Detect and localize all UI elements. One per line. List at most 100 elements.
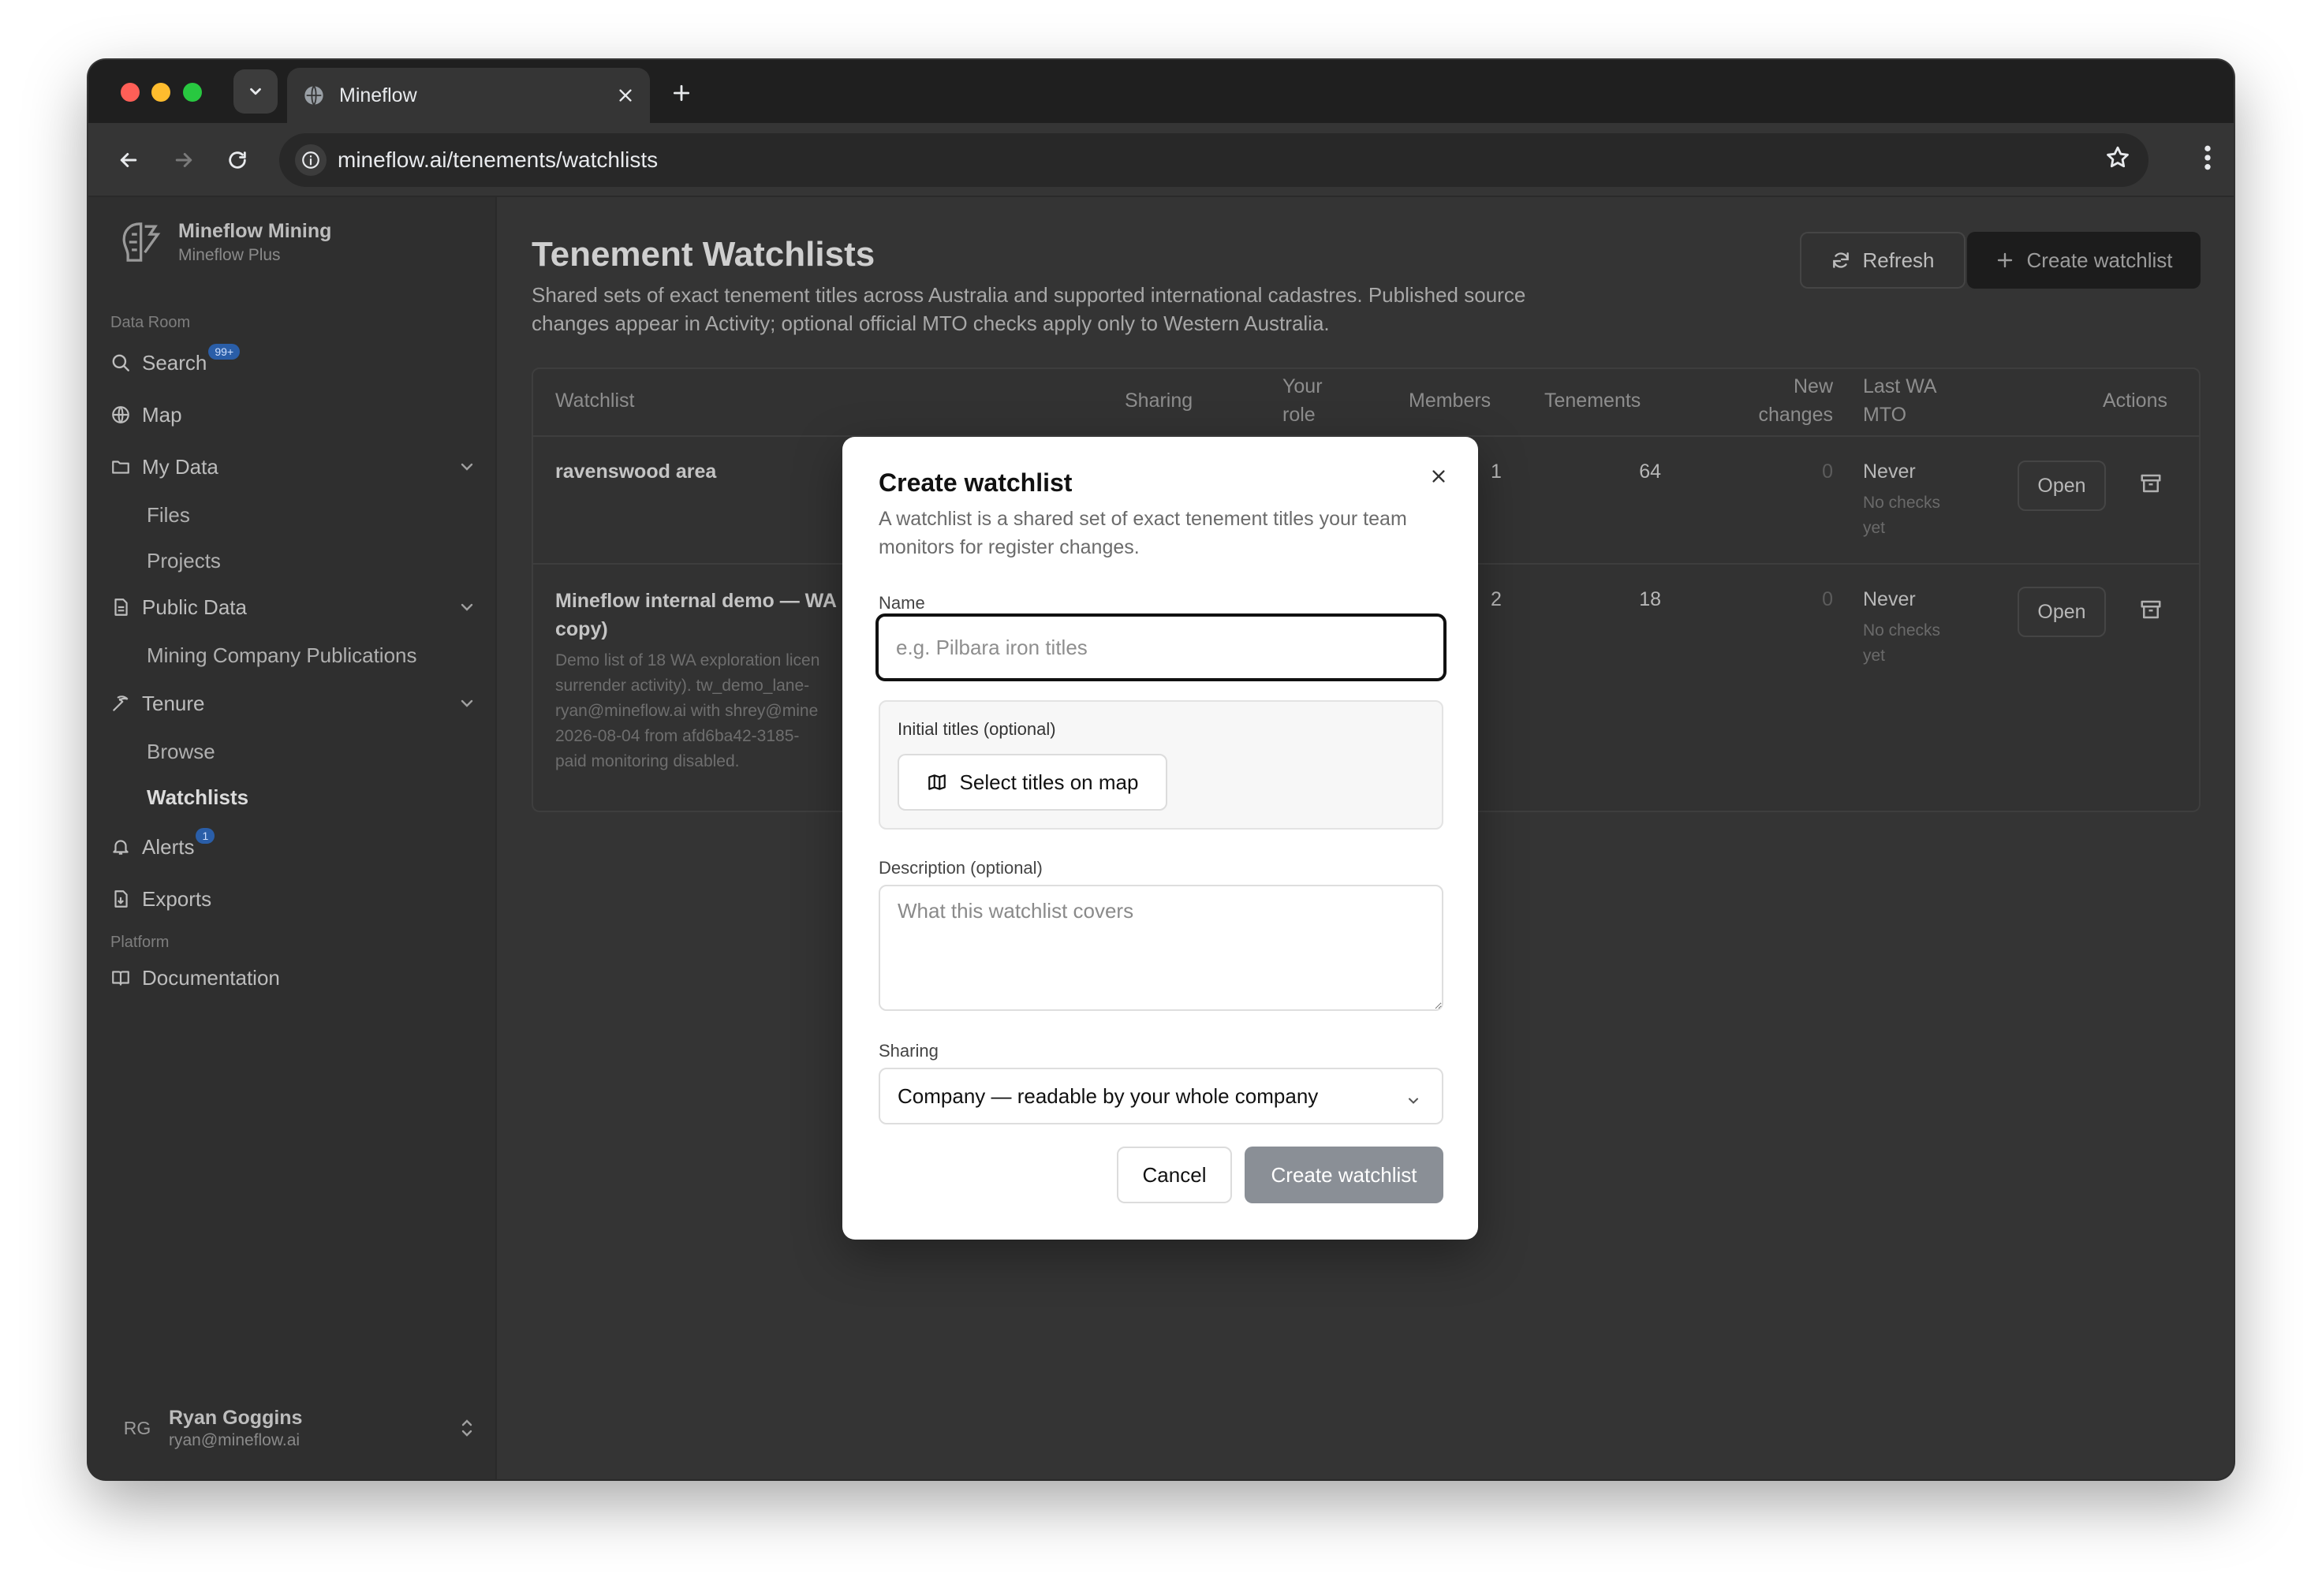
archive-icon[interactable] xyxy=(2139,598,2163,625)
avatar: RG xyxy=(123,1417,151,1438)
address-bar[interactable]: mineflow.ai/tenements/watchlists xyxy=(279,133,2148,187)
initial-titles-panel: Initial titles (optional) Select titles … xyxy=(879,700,1443,830)
plus-icon xyxy=(1997,252,2012,268)
submit-create-watchlist-button[interactable]: Create watchlist xyxy=(1245,1147,1443,1203)
forward-button[interactable] xyxy=(164,140,203,180)
user-menu[interactable]: RG Ryan Goggins ryan@mineflow.ai xyxy=(114,1400,476,1456)
new-changes-count: 0 xyxy=(1822,461,1833,483)
sidebar-item-label: Public Data xyxy=(142,595,247,619)
create-watchlist-button[interactable]: Create watchlist xyxy=(1967,232,2201,289)
url-text: mineflow.ai/tenements/watchlists xyxy=(338,147,659,172)
chevron-up-down-icon xyxy=(457,1416,476,1444)
browser-menu-button[interactable] xyxy=(2204,142,2212,177)
sharing-selected-value: Company — readable by your whole company xyxy=(898,1083,1319,1108)
org-switcher[interactable]: Mineflow Mining Mineflow Plus xyxy=(114,216,331,268)
column-header-role-line2: role xyxy=(1282,404,1316,426)
watchlist-name[interactable]: ravenswood area xyxy=(555,461,716,483)
name-input[interactable] xyxy=(875,613,1447,681)
sidebar-item-files[interactable]: Files xyxy=(147,497,190,533)
back-button[interactable] xyxy=(109,140,148,180)
sidebar-item-my-data[interactable]: My Data xyxy=(110,448,476,486)
tab-title: Mineflow xyxy=(339,84,417,106)
close-icon xyxy=(1432,470,1445,483)
close-dialog-button[interactable] xyxy=(1423,461,1454,492)
tab-strip: Mineflow xyxy=(88,60,2234,123)
globe-icon xyxy=(110,405,131,425)
sidebar-item-exports[interactable]: Exports xyxy=(110,880,476,918)
mineflow-logo-icon xyxy=(122,222,161,262)
watchlist-name-line2: copy) xyxy=(555,618,608,640)
column-header-mto-line1: Last WA xyxy=(1863,375,1937,397)
arrow-right-icon xyxy=(175,153,192,167)
book-icon xyxy=(110,968,131,988)
page-title: Tenement Watchlists xyxy=(532,235,875,274)
sidebar-item-label: Tenure xyxy=(142,691,205,715)
sidebar-item-label: Exports xyxy=(142,886,212,911)
column-header-actions: Actions xyxy=(2103,390,2167,412)
description-textarea[interactable] xyxy=(879,885,1443,1011)
sharing-label: Sharing xyxy=(879,1041,939,1061)
refresh-icon xyxy=(1833,252,1850,268)
column-header-members: Members xyxy=(1409,390,1491,412)
description-line: surrender activity). tw_demo_lane- xyxy=(555,677,810,695)
sidebar-item-mining-publications[interactable]: Mining Company Publications xyxy=(147,637,417,673)
sidebar-item-documentation[interactable]: Documentation xyxy=(110,959,476,997)
column-header-tenements: Tenements xyxy=(1544,390,1641,412)
create-watchlist-label: Create watchlist xyxy=(2026,248,2173,272)
reload-button[interactable] xyxy=(218,140,257,180)
sidebar-item-browse[interactable]: Browse xyxy=(147,733,215,770)
watchlist-description: Demo list of 18 WA exploration licen sur… xyxy=(555,648,819,774)
org-plan: Mineflow Plus xyxy=(178,245,281,264)
arrow-left-icon xyxy=(120,153,137,167)
select-titles-on-map-button[interactable]: Select titles on map xyxy=(898,754,1167,811)
maximize-window-button[interactable] xyxy=(183,83,202,102)
sidebar: Mineflow Mining Mineflow Plus Data Room … xyxy=(88,197,497,1479)
sidebar-item-map[interactable]: Map xyxy=(110,396,476,434)
chevron-down-icon xyxy=(1406,1090,1421,1114)
new-tab-button[interactable] xyxy=(664,76,699,110)
browser-toolbar: mineflow.ai/tenements/watchlists xyxy=(88,123,2234,197)
reload-icon xyxy=(229,151,246,169)
bell-icon xyxy=(110,837,131,857)
mto-note: No checks yet xyxy=(1863,490,1940,541)
chevron-down-icon xyxy=(250,88,261,95)
new-changes-count: 0 xyxy=(1822,588,1833,610)
sharing-select[interactable]: Company — readable by your whole company xyxy=(879,1068,1443,1124)
column-header-role-line1: Your xyxy=(1282,375,1323,397)
sidebar-item-tenure[interactable]: Tenure xyxy=(110,684,476,722)
sidebar-item-label: Search xyxy=(142,350,207,375)
tab-search-button[interactable] xyxy=(233,69,278,114)
user-email: ryan@mineflow.ai xyxy=(169,1430,301,1449)
sidebar-item-watchlists[interactable]: Watchlists xyxy=(147,779,248,815)
sidebar-item-search[interactable]: Search 99+ xyxy=(110,344,476,382)
sidebar-item-projects[interactable]: Projects xyxy=(147,543,221,579)
open-button[interactable]: Open xyxy=(2018,587,2106,637)
column-header-new-line2: changes xyxy=(1758,404,1833,426)
open-button[interactable]: Open xyxy=(2018,461,2106,511)
last-mto: Never xyxy=(1863,461,1916,483)
close-window-button[interactable] xyxy=(121,83,140,102)
watchlist-name[interactable]: Mineflow internal demo — WA copy) xyxy=(555,587,837,643)
cancel-button[interactable]: Cancel xyxy=(1117,1147,1232,1203)
browser-tab[interactable]: Mineflow xyxy=(287,68,650,123)
mto-note: No checks yet xyxy=(1863,618,1940,669)
section-data-room: Data Room xyxy=(110,314,191,331)
archive-icon[interactable] xyxy=(2139,472,2163,499)
column-header-new-changes: New changes xyxy=(1730,372,1833,429)
sidebar-item-alerts[interactable]: Alerts 1 xyxy=(110,828,476,866)
refresh-button[interactable]: Refresh xyxy=(1800,232,1965,289)
sidebar-item-public-data[interactable]: Public Data xyxy=(110,588,476,626)
chevron-down-icon[interactable] xyxy=(457,694,476,718)
globe-icon xyxy=(304,85,323,106)
chevron-down-icon[interactable] xyxy=(457,457,476,482)
refresh-label: Refresh xyxy=(1862,248,1935,272)
mto-note-line1: No checks xyxy=(1863,494,1941,512)
close-tab-icon[interactable] xyxy=(617,87,634,104)
name-label: Name xyxy=(879,593,925,613)
minimize-window-button[interactable] xyxy=(151,83,170,102)
page-description: Shared sets of exact tenement titles acr… xyxy=(532,283,1526,335)
site-info-icon[interactable] xyxy=(295,144,327,176)
sidebar-item-label: My Data xyxy=(142,454,218,479)
chevron-down-icon[interactable] xyxy=(457,598,476,622)
bookmark-star-icon[interactable] xyxy=(2104,144,2131,175)
